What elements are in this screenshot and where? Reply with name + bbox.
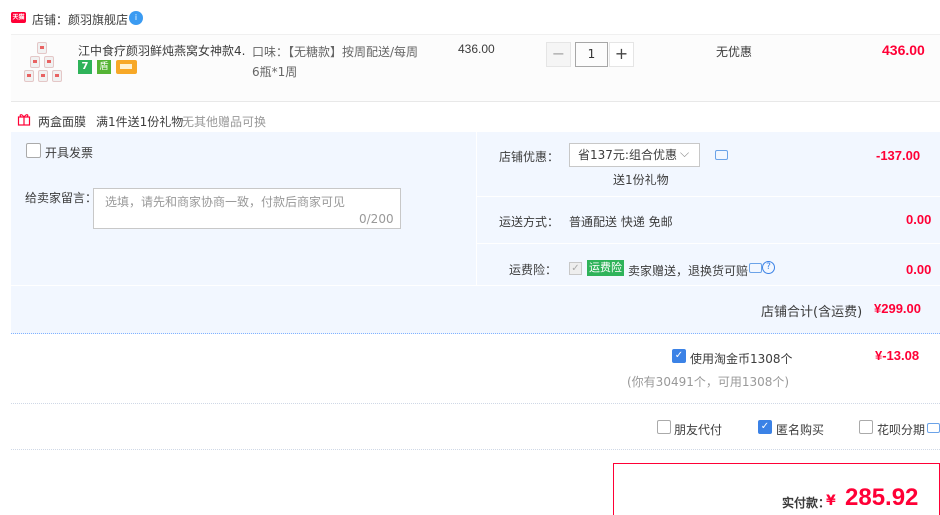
jar-icon: [30, 56, 40, 68]
seven-day-return-icon[interactable]: 7: [78, 60, 92, 74]
gift-note: 无其他赠品可换: [182, 115, 267, 129]
invoice-label[interactable]: 开具发票: [45, 144, 93, 161]
sku-line: 口味：【无糖款】按周配送/每周: [252, 45, 419, 59]
memo-label: 给卖家留言：: [25, 191, 98, 205]
row-divider: [476, 243, 940, 244]
coins-deduction-amount: ¥-13.08: [875, 348, 920, 363]
guarantee-shield-icon[interactable]: 盾: [97, 60, 111, 74]
jar-icon: [37, 42, 47, 54]
item-subtotal: 436.00: [882, 42, 925, 58]
shipping-method: 普通配送 快递 免邮: [569, 215, 673, 229]
insurance-label: 运费险：: [509, 263, 558, 277]
quantity-increase-button[interactable]: +: [609, 42, 634, 67]
sku-line: 6瓶*1周: [252, 65, 298, 79]
quantity-decrease-button[interactable]: −: [546, 42, 571, 67]
row-divider: [476, 196, 940, 197]
huabei-installment-checkbox[interactable]: [859, 420, 873, 434]
friend-pay-label[interactable]: 朋友代付: [674, 421, 722, 438]
jar-icon: [24, 70, 34, 82]
memo-char-count: 0/200: [359, 212, 394, 226]
invoice-checkbox[interactable]: [26, 143, 41, 158]
quantity-input[interactable]: 1: [575, 42, 608, 67]
shop-name-link[interactable]: 店铺：颜羽旗舰店: [32, 11, 128, 28]
unit-price: 436.00: [458, 42, 495, 56]
jar-icon: [38, 70, 48, 82]
tmall-badge-icon: 天猫: [11, 12, 26, 23]
gift-name: 两盒面膜: [38, 115, 87, 129]
row-divider: [11, 285, 940, 286]
jar-icon: [44, 56, 54, 68]
use-coins-checkbox[interactable]: ✓: [672, 349, 686, 363]
comment-bubble-icon[interactable]: [715, 150, 728, 160]
section-divider: [11, 449, 940, 450]
product-thumbnail[interactable]: [22, 40, 66, 84]
anonymous-label[interactable]: 匿名购买: [776, 421, 824, 438]
currency-symbol: ¥: [826, 493, 836, 509]
shipping-label: 运送方式：: [499, 215, 560, 229]
coins-balance-note: (你有30491个，可用1308个): [627, 375, 790, 389]
memo-placeholder: 选填，请先和商家协商一致，付款后商家可见: [105, 195, 346, 209]
gift-icon: [17, 114, 31, 126]
chevron-down-icon[interactable]: ⌵: [680, 146, 689, 161]
insurance-amount: 0.00: [906, 262, 932, 277]
friend-pay-checkbox[interactable]: [657, 420, 671, 434]
wangwang-chat-icon[interactable]: i: [129, 11, 143, 25]
insurance-desc: 卖家赠送，退换货可赔: [628, 264, 749, 278]
huabei-installment-label[interactable]: 花呗分期: [877, 421, 925, 438]
insurance-badge: 运费险: [587, 260, 624, 276]
shop-total-amount: ¥299.00: [874, 301, 921, 316]
use-coins-label[interactable]: 使用淘金币1308个: [690, 350, 793, 367]
discount-gift-note: 送1份礼物: [613, 173, 669, 187]
shop-discount-label: 店铺优惠：: [499, 150, 560, 164]
comment-bubble-icon[interactable]: [749, 263, 762, 273]
comment-bubble-icon[interactable]: [927, 423, 940, 433]
insurance-checkbox[interactable]: ✓: [569, 262, 582, 275]
anonymous-checkbox[interactable]: ✓: [758, 420, 772, 434]
shipping-amount: 0.00: [906, 212, 932, 227]
sku-info: 口味：【无糖款】按周配送/每周 6瓶*1周: [252, 42, 432, 82]
shop-discount-amount: -137.00: [876, 148, 921, 163]
shop-total-label: 店铺合计(含运费): [761, 305, 863, 320]
credit-card-icon[interactable]: [116, 60, 137, 74]
item-discount: 无优惠: [716, 45, 753, 59]
jar-icon: [52, 70, 62, 82]
actual-payment-amount: 285.92: [845, 484, 919, 511]
product-title-link[interactable]: 江中食疗颜羽鲜炖燕窝女神款4...: [78, 42, 246, 59]
help-icon[interactable]: ?: [762, 261, 775, 274]
gift-rule: 满1件送1份礼物: [96, 115, 184, 129]
section-divider: [11, 403, 940, 404]
actual-payment-label: 实付款：: [782, 496, 831, 510]
